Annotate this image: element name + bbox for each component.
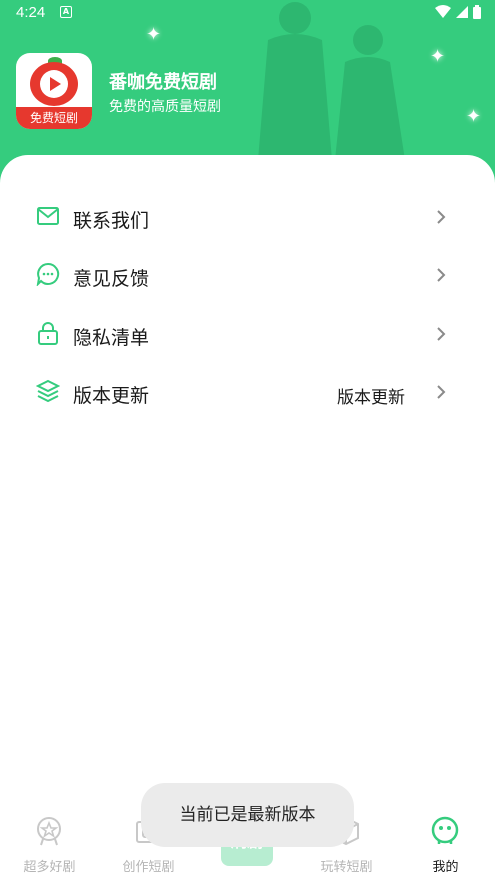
status-bar: 4:24 A <box>0 0 495 28</box>
signal-icon <box>456 6 468 18</box>
chevron-right-icon <box>437 268 446 282</box>
chevron-right-icon <box>437 210 446 224</box>
menu-item-label: 联系我们 <box>73 210 150 232</box>
menu-item-privacy-list[interactable]: 隐私清单 <box>0 305 495 363</box>
app-logo-label: 免费短剧 <box>16 107 92 129</box>
notification-icon: A <box>60 6 72 18</box>
sparkle-icon: ✦ <box>466 106 482 127</box>
layers-icon <box>36 379 60 403</box>
version-status: 版本更新 <box>337 388 405 408</box>
lock-icon <box>38 322 58 345</box>
chat-bubble-icon <box>36 262 60 286</box>
tomato-play-icon <box>30 62 78 106</box>
wifi-icon <box>435 5 451 18</box>
tab-label: 玩转短剧 <box>320 860 373 875</box>
status-icons <box>435 5 481 19</box>
tab-mine[interactable]: 我的 <box>396 810 495 880</box>
sparkle-icon: ✦ <box>430 46 446 67</box>
menu-item-contact-us[interactable]: 联系我们 <box>0 188 495 246</box>
menu-item-label: 意见反馈 <box>73 268 150 290</box>
couple-illustration <box>258 2 405 160</box>
medal-star-icon <box>37 817 61 846</box>
menu-item-label: 隐私清单 <box>73 327 150 349</box>
tab-great-dramas[interactable]: 超多好剧 <box>0 810 99 880</box>
tab-label: 超多好剧 <box>23 860 76 875</box>
status-time: 4:24 <box>16 4 46 21</box>
chevron-right-icon <box>437 385 446 399</box>
menu-item-label: 版本更新 <box>73 385 150 407</box>
sparkle-icon: ✦ <box>146 24 162 45</box>
app-logo: 免费短剧 <box>16 53 92 129</box>
menu-item-feedback[interactable]: 意见反馈 <box>0 246 495 304</box>
chevron-right-icon <box>437 327 446 341</box>
app-slogan: 免费的高质量短剧 <box>109 99 221 115</box>
tab-label: 我的 <box>432 860 459 875</box>
mail-icon <box>37 207 59 225</box>
menu-item-version-update[interactable]: 版本更新 版本更新 <box>0 363 495 421</box>
smiley-face-icon <box>431 816 459 844</box>
toast-message: 当前已是最新版本 <box>141 783 354 847</box>
tab-label: 创作短剧 <box>122 860 175 875</box>
battery-icon <box>473 5 481 19</box>
app-name: 番咖免费短剧 <box>109 72 217 93</box>
